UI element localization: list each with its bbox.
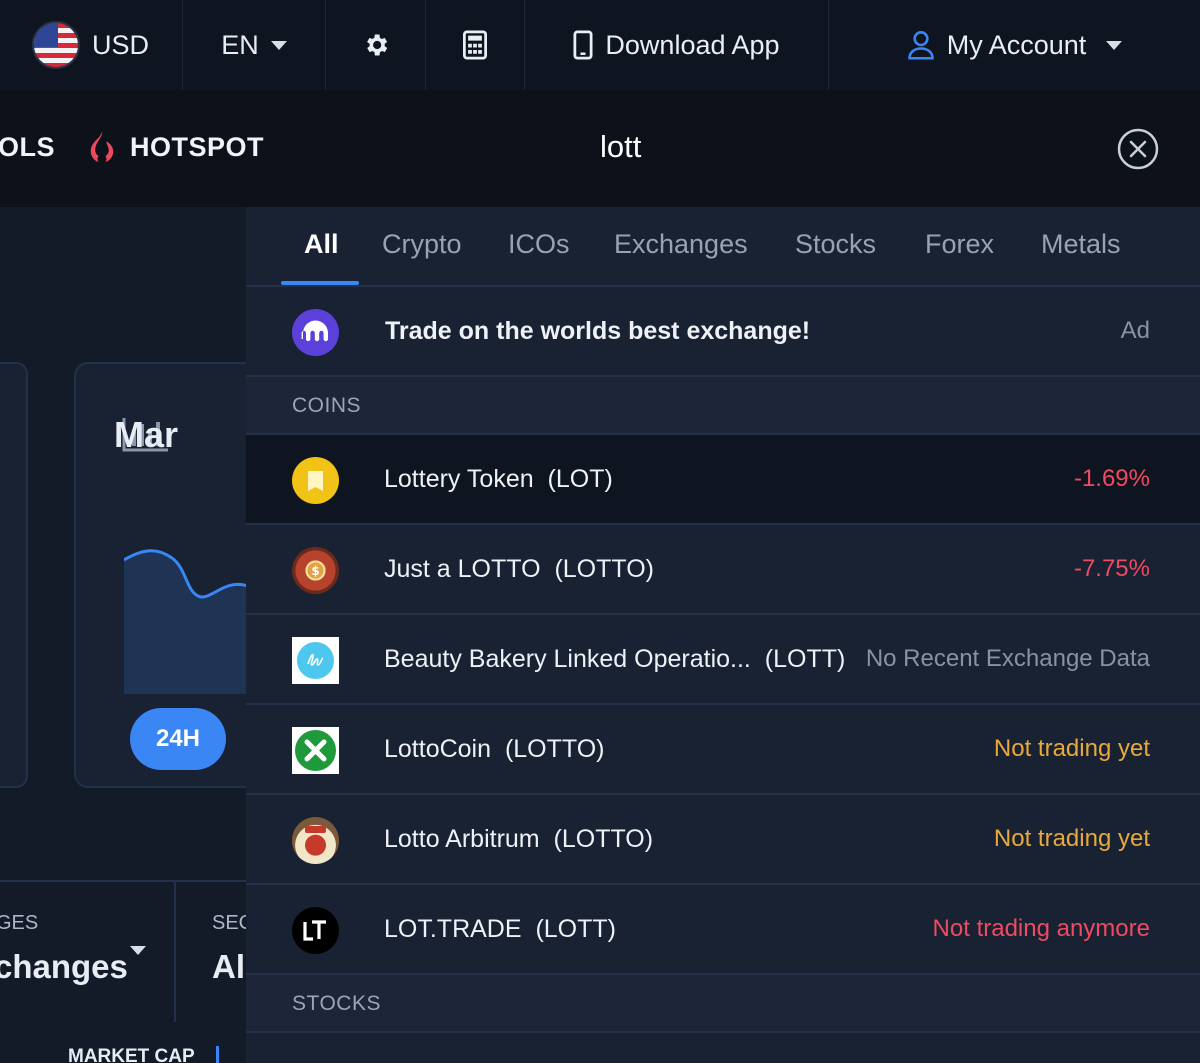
my-account-menu[interactable]: My Account: [829, 0, 1200, 90]
coins-section-label: COINS: [292, 394, 362, 417]
currency-label: USD: [92, 29, 150, 60]
nav-bar: OLS HOTSPOT: [0, 90, 1200, 207]
just-a-lotto-logo-icon: $: [292, 547, 339, 594]
stocks-section-label: STOCKS: [292, 992, 381, 1015]
svg-text:$: $: [311, 564, 319, 578]
tab-stocks[interactable]: Stocks: [795, 229, 876, 260]
coin-name: Just a LOTTO (LOTTO): [384, 555, 654, 583]
coin-status: Not trading anymore: [932, 915, 1150, 942]
calculator-button[interactable]: [426, 0, 525, 90]
coin-price-change: -1.69%: [1073, 465, 1150, 492]
sort-indicator: [216, 1046, 219, 1063]
ad-result-row[interactable]: Trade on the worlds best exchange! Ad: [246, 287, 1200, 377]
fire-icon: [90, 131, 114, 164]
lot-trade-logo-icon: [292, 907, 339, 954]
coin-price-change: -7.75%: [1073, 555, 1150, 582]
chevron-down-icon: [270, 40, 287, 50]
clear-search-icon[interactable]: [1116, 127, 1160, 171]
search-category-tabs: All Crypto ICOs Exchanges Stocks Forex M…: [246, 207, 1200, 287]
currency-selector[interactable]: USD: [0, 0, 183, 90]
coin-name: Beauty Bakery Linked Operatio... (LOTT): [384, 645, 846, 673]
ad-text: Trade on the worlds best exchange!: [385, 317, 811, 345]
kraken-logo-icon: [292, 309, 339, 356]
beauty-bakery-logo-icon: [292, 637, 339, 684]
user-icon: [907, 31, 934, 60]
lottery-token-logo-icon: [292, 457, 339, 504]
chevron-down-icon: [130, 946, 146, 955]
language-label: EN: [221, 29, 259, 60]
search-input[interactable]: [600, 124, 1080, 170]
time-range-24h-button[interactable]: 24H: [130, 708, 226, 770]
coin-result-row[interactable]: LOT.TRADE (LOTT) Not trading anymore: [246, 885, 1200, 975]
coin-result-row[interactable]: Beauty Bakery Linked Operatio... (LOTT) …: [246, 615, 1200, 705]
language-selector[interactable]: EN: [183, 0, 326, 90]
coin-status: Not trading yet: [993, 825, 1150, 852]
stocks-section-header: STOCKS: [246, 975, 1200, 1033]
active-tab-indicator: [281, 281, 359, 285]
calculator-icon: [463, 30, 487, 60]
coin-result-row[interactable]: Lottery Token (LOT) -1.69%: [246, 435, 1200, 525]
us-flag-icon: [32, 21, 80, 69]
settings-button[interactable]: [326, 0, 426, 90]
tab-icos[interactable]: ICOs: [508, 229, 570, 260]
coin-result-row[interactable]: LottoCoin (LOTTO) Not trading yet: [246, 705, 1200, 795]
sectors-filter[interactable]: SEC All: [176, 882, 254, 1022]
lotto-arbitrum-logo-icon: [292, 817, 339, 864]
tab-crypto[interactable]: Crypto: [382, 229, 462, 260]
ad-tag: Ad: [1120, 317, 1150, 344]
tab-metals[interactable]: Metals: [1041, 229, 1121, 260]
nav-item-hotspot[interactable]: HOTSPOT: [130, 132, 264, 163]
search-results-dropdown: All Crypto ICOs Exchanges Stocks Forex M…: [246, 207, 1200, 1063]
market-cap-header[interactable]: MARKET CAP: [68, 1046, 195, 1063]
nav-item-tools[interactable]: OLS: [0, 132, 55, 163]
coin-name: LottoCoin (LOTTO): [384, 735, 605, 763]
coin-name: Lotto Arbitrum (LOTTO): [384, 825, 654, 853]
coin-name: Lottery Token (LOT): [384, 465, 613, 493]
gear-icon: [366, 34, 387, 56]
market-card-title: Mar: [114, 414, 179, 455]
mobile-phone-icon: [573, 30, 593, 60]
background-card-left: [0, 362, 28, 788]
lottocoin-logo-icon: [292, 727, 339, 774]
download-app-label: Download App: [605, 29, 780, 60]
coin-status: No Recent Exchange Data: [865, 645, 1150, 672]
tab-exchanges[interactable]: Exchanges: [614, 229, 748, 260]
exchanges-filter-value: changes: [0, 948, 128, 985]
exchanges-filter-label: GES: [0, 912, 39, 934]
download-app-button[interactable]: Download App: [525, 0, 829, 90]
coin-name: LOT.TRADE (LOTT): [384, 915, 616, 943]
coin-result-row[interactable]: $ Just a LOTTO (LOTTO) -7.75%: [246, 525, 1200, 615]
top-bar: USD EN Download App My Account: [0, 0, 1200, 90]
tab-forex[interactable]: Forex: [925, 229, 994, 260]
coins-section-header: COINS: [246, 377, 1200, 435]
exchanges-filter[interactable]: GES changes: [0, 882, 176, 1022]
tab-all[interactable]: All: [304, 229, 339, 260]
my-account-label: My Account: [946, 29, 1087, 60]
coin-status: Not trading yet: [993, 735, 1150, 762]
coin-result-row[interactable]: Lotto Arbitrum (LOTTO) Not trading yet: [246, 795, 1200, 885]
chevron-down-icon: [1106, 40, 1123, 50]
